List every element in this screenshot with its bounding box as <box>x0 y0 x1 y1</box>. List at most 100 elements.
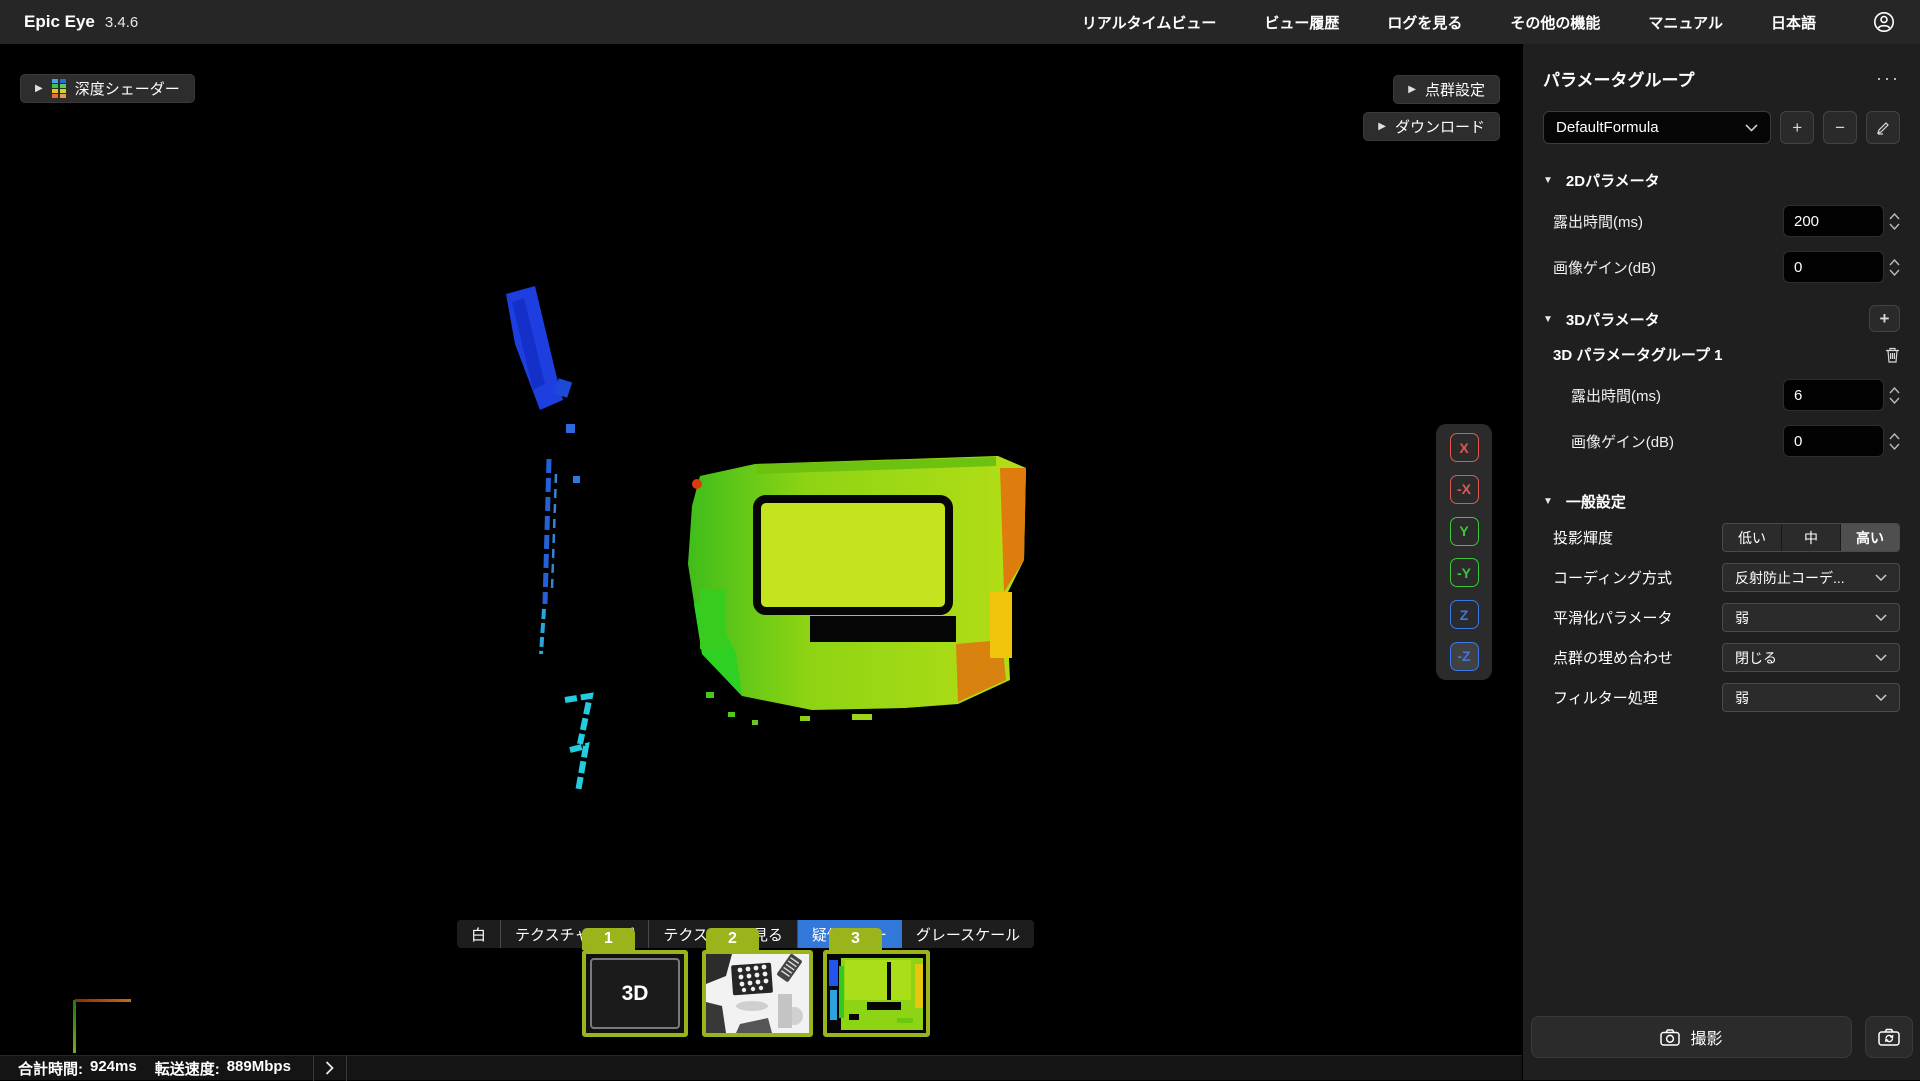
spin-up-icon <box>1889 212 1900 219</box>
parameter-sidebar: パラメータグループ ··· DefaultFormula + − ▼ 2Dパラメ… <box>1522 44 1920 1080</box>
capture-button-label: 撮影 <box>1690 1031 1723 1048</box>
capture-button[interactable]: 撮影 <box>1531 1016 1852 1058</box>
remove-formula-button[interactable]: − <box>1823 111 1858 144</box>
exposure-2d-stepper[interactable] <box>1889 212 1900 230</box>
gain-3d-label: 画像ゲイン(dB) <box>1571 433 1675 451</box>
camera-icon <box>1660 1028 1681 1046</box>
exposure-3d-input[interactable]: 6 <box>1783 379 1884 411</box>
user-account-icon[interactable] <box>1872 10 1896 34</box>
top-bar: Epic Eye 3.4.6 リアルタイムビュー ビュー履歴 ログを見る その他… <box>0 0 1920 44</box>
expand-arrow-icon: ▶ <box>1378 121 1386 132</box>
nav-view-logs[interactable]: ログを見る <box>1387 12 1462 33</box>
axis-view-panel: X -X Y -Y Z -Z <box>1436 424 1492 680</box>
depth-shader-label: 深度シェーダー <box>74 81 180 98</box>
axis-button-y[interactable]: Y <box>1449 516 1479 546</box>
more-menu-icon[interactable]: ··· <box>1876 68 1900 89</box>
exposure-3d-stepper[interactable] <box>1889 386 1900 404</box>
thumbnail-pseudo-color[interactable] <box>823 950 930 1037</box>
expand-arrow-icon: ▶ <box>1408 84 1416 95</box>
tab-white[interactable]: 白 <box>457 920 502 948</box>
gain-2d-stepper[interactable] <box>1889 258 1900 276</box>
exposure-3d-label: 露出時間(ms) <box>1571 387 1661 405</box>
thumbnail-badge-1: 1 <box>582 928 635 950</box>
brightness-option-mid[interactable]: 中 <box>1782 524 1841 551</box>
tab-grayscale[interactable]: グレースケール <box>901 920 1035 948</box>
point-cloud-render <box>506 286 1026 793</box>
pencil-icon <box>1877 121 1889 135</box>
brightness-option-high[interactable]: 高い <box>1841 524 1899 551</box>
gain-2d-input[interactable]: 0 <box>1783 251 1884 283</box>
axis-button-neg-z[interactable]: -Z <box>1449 641 1479 671</box>
coding-method-label: コーディング方式 <box>1553 570 1672 587</box>
exposure-2d-label: 露出時間(ms) <box>1553 213 1643 231</box>
gain-3d-input[interactable]: 0 <box>1783 425 1884 457</box>
smoothing-select[interactable]: 弱 <box>1722 603 1900 632</box>
projection-brightness-label: 投影輝度 <box>1553 530 1614 547</box>
depth-shader-button[interactable]: ▶ 深度シェーダー <box>20 74 195 103</box>
brightness-option-low[interactable]: 低い <box>1723 524 1782 551</box>
delete-3d-group-button[interactable] <box>1885 347 1900 363</box>
trash-icon <box>1886 347 1899 363</box>
point-fill-select[interactable]: 閉じる <box>1722 643 1900 672</box>
axis-button-z[interactable]: Z <box>1449 600 1479 630</box>
point-settings-label: 点群設定 <box>1424 82 1485 99</box>
statusbar-expand-button[interactable] <box>314 1056 346 1081</box>
collapse-icon[interactable]: ▼ <box>1543 175 1553 186</box>
axis-button-x[interactable]: X <box>1449 433 1479 462</box>
download-button[interactable]: ▶ ダウンロード <box>1363 112 1500 141</box>
group-3d-title: 3D パラメータグループ 1 <box>1553 347 1723 364</box>
smoothing-label: 平滑化パラメータ <box>1553 610 1673 627</box>
spin-down-icon <box>1889 397 1900 404</box>
collapse-icon[interactable]: ▼ <box>1543 496 1553 507</box>
coding-method-value: 反射防止コーデ... <box>1735 569 1845 586</box>
axis-button-neg-x[interactable]: -X <box>1449 474 1479 504</box>
transfer-speed-value: 889Mbps <box>226 1057 291 1075</box>
chevron-right-icon <box>326 1061 335 1075</box>
status-bar: 合計時間: 924ms 転送速度: 889Mbps <box>0 1055 1522 1081</box>
continuous-capture-button[interactable] <box>1865 1016 1913 1058</box>
spin-down-icon <box>1889 269 1900 276</box>
spin-up-icon <box>1889 258 1900 265</box>
smoothing-value: 弱 <box>1735 609 1749 626</box>
projection-brightness-segmented: 低い 中 高い <box>1722 523 1900 552</box>
nav-language[interactable]: 日本語 <box>1771 12 1816 33</box>
depth-colorbar-icon <box>51 79 66 98</box>
total-time-label: 合計時間: <box>18 1060 83 1078</box>
point-cloud-viewport[interactable]: ▶ 深度シェーダー ▶ 点群設定 ▶ ダウンロード X -X Y -Y Z -Z… <box>0 44 1522 1055</box>
nav-realtime-view[interactable]: リアルタイムビュー <box>1082 12 1217 33</box>
point-fill-value: 閉じる <box>1735 649 1777 666</box>
gizmo-y-axis <box>73 1000 76 1053</box>
app-brand: Epic Eye 3.4.6 <box>24 12 138 32</box>
spin-down-icon <box>1889 443 1900 450</box>
chevron-down-icon <box>1875 574 1887 581</box>
nav-other-features[interactable]: その他の機能 <box>1510 12 1600 33</box>
texture-thumb-image <box>706 954 809 1033</box>
thumbnail-3d-label: 3D <box>590 958 680 1029</box>
pseudo-color-thumb-image <box>827 954 926 1033</box>
nav-manual[interactable]: マニュアル <box>1648 12 1723 33</box>
axis-button-neg-y[interactable]: -Y <box>1449 558 1479 588</box>
gain-3d-stepper[interactable] <box>1889 432 1900 450</box>
coding-method-select[interactable]: 反射防止コーデ... <box>1722 563 1900 592</box>
thumbnail-3d[interactable]: 3D <box>582 950 688 1037</box>
nav-view-history[interactable]: ビュー履歴 <box>1264 12 1339 33</box>
gizmo-x-axis <box>75 999 131 1002</box>
download-label: ダウンロード <box>1394 119 1485 136</box>
add-formula-button[interactable]: + <box>1780 111 1815 144</box>
formula-select[interactable]: DefaultFormula <box>1543 111 1772 144</box>
point-cloud-settings-button[interactable]: ▶ 点群設定 <box>1393 75 1500 104</box>
thumbnail-badge-3: 3 <box>829 928 882 950</box>
formula-select-value: DefaultFormula <box>1556 119 1659 136</box>
spin-up-icon <box>1889 432 1900 439</box>
filter-select[interactable]: 弱 <box>1722 683 1900 712</box>
add-3d-group-button[interactable]: + <box>1869 305 1900 332</box>
gain-2d-label: 画像ゲイン(dB) <box>1553 259 1657 277</box>
exposure-2d-input[interactable]: 200 <box>1783 205 1884 237</box>
sidebar-title: パラメータグループ <box>1543 71 1695 90</box>
edit-formula-button[interactable] <box>1866 111 1900 144</box>
collapse-icon[interactable]: ▼ <box>1543 314 1553 325</box>
filter-value: 弱 <box>1735 689 1749 706</box>
transfer-speed-label: 転送速度: <box>154 1060 220 1078</box>
top-nav: リアルタイムビュー ビュー履歴 ログを見る その他の機能 マニュアル 日本語 <box>1082 10 1896 34</box>
thumbnail-texture[interactable] <box>702 950 813 1037</box>
